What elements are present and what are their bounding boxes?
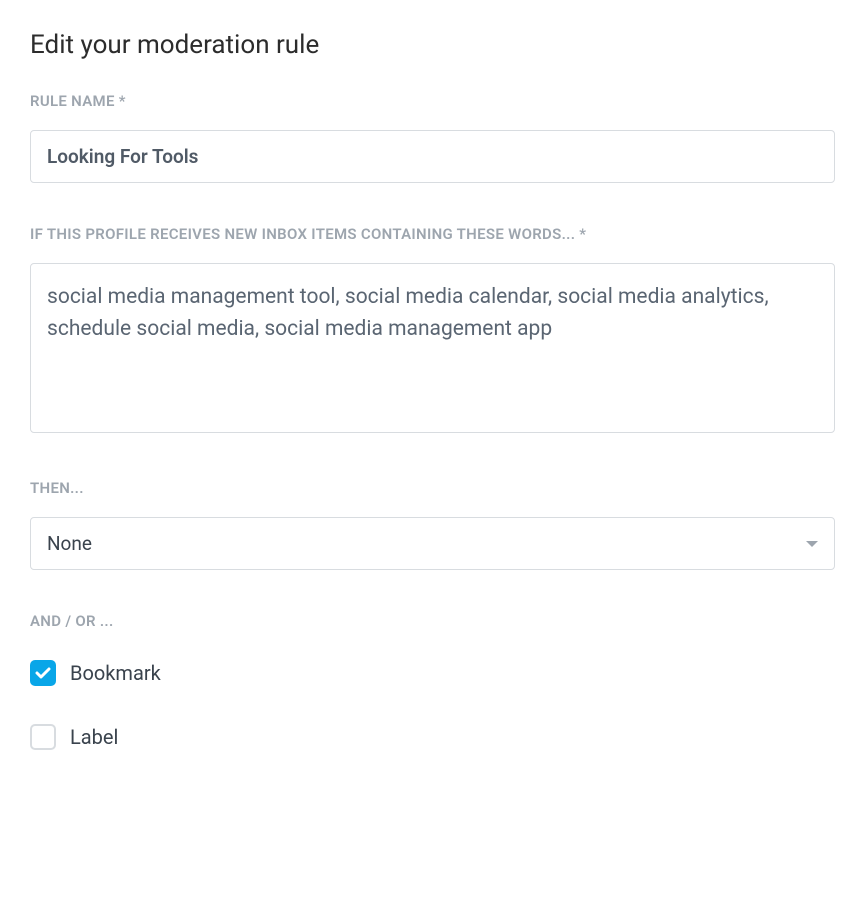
bookmark-checkbox-label[interactable]: Bookmark bbox=[70, 661, 161, 685]
label-checkbox[interactable] bbox=[30, 724, 56, 750]
rule-name-label: RULE NAME * bbox=[30, 92, 835, 110]
label-checkbox-label[interactable]: Label bbox=[70, 725, 118, 749]
checkmark-icon bbox=[35, 667, 51, 679]
then-selected-value: None bbox=[47, 532, 92, 555]
then-section: THEN... None bbox=[30, 479, 835, 570]
and-or-section: AND / OR ... Bookmark Label bbox=[30, 612, 835, 750]
chevron-down-icon bbox=[806, 541, 818, 547]
rule-name-section: RULE NAME * bbox=[30, 92, 835, 183]
then-select-wrapper: None bbox=[30, 517, 835, 570]
rule-name-input[interactable] bbox=[30, 130, 835, 183]
page-title: Edit your moderation rule bbox=[30, 30, 835, 60]
label-checkbox-row: Label bbox=[30, 724, 835, 750]
keywords-section: IF THIS PROFILE RECEIVES NEW INBOX ITEMS… bbox=[30, 225, 835, 437]
keywords-label: IF THIS PROFILE RECEIVES NEW INBOX ITEMS… bbox=[30, 225, 835, 243]
keywords-textarea[interactable]: social media management tool, social med… bbox=[30, 263, 835, 433]
then-label: THEN... bbox=[30, 479, 835, 497]
then-select[interactable]: None bbox=[30, 517, 835, 570]
and-or-label: AND / OR ... bbox=[30, 612, 835, 630]
bookmark-checkbox[interactable] bbox=[30, 660, 56, 686]
bookmark-checkbox-row: Bookmark bbox=[30, 660, 835, 686]
